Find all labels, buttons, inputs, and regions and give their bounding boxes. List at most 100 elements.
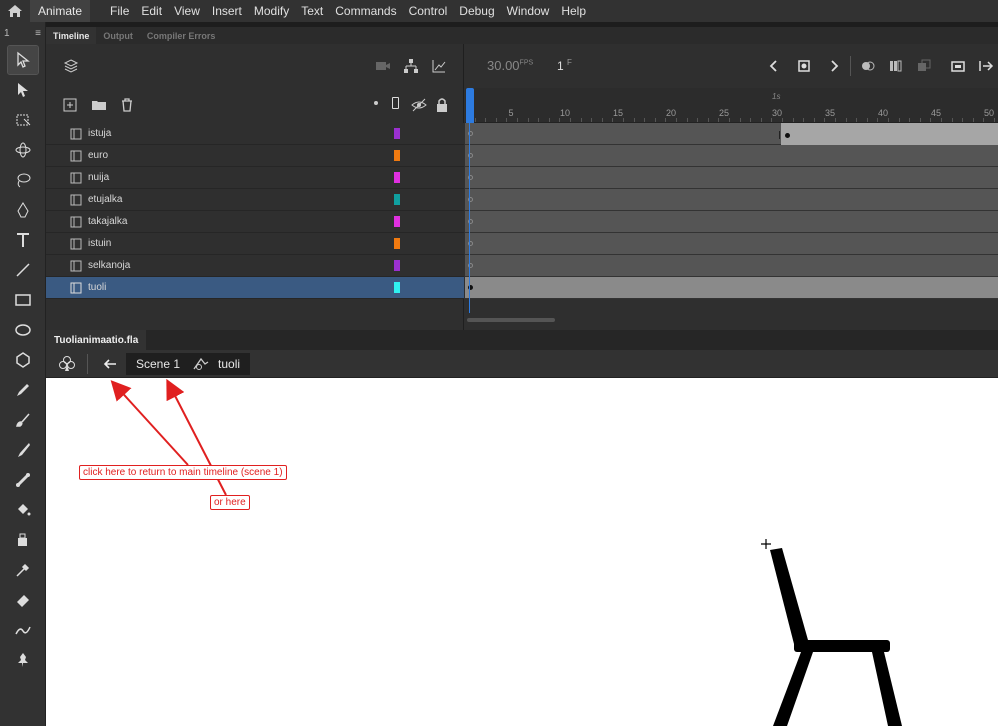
new-layer-icon[interactable] bbox=[59, 94, 81, 116]
document-tab[interactable]: Tuolianimaatio.fla bbox=[46, 330, 147, 350]
layer-row-tuoli[interactable]: tuoli bbox=[46, 277, 464, 299]
frame-row-nuija[interactable] bbox=[465, 167, 998, 189]
layer-row-takajalka[interactable]: takajalka bbox=[46, 211, 464, 233]
scene-clubs-icon[interactable] bbox=[58, 355, 76, 378]
lasso-tool-icon[interactable] bbox=[8, 166, 38, 194]
layer-row-istuin[interactable]: istuin bbox=[46, 233, 464, 255]
chair-graphic[interactable] bbox=[761, 539, 902, 726]
frame-row-selkanoja[interactable] bbox=[465, 255, 998, 277]
layer-color-swatch[interactable] bbox=[394, 194, 400, 205]
menu-file[interactable]: File bbox=[104, 0, 135, 22]
text-tool-icon[interactable] bbox=[8, 226, 38, 254]
ink-bottle-tool-icon[interactable] bbox=[8, 526, 38, 554]
insert-keyframe-icon[interactable] bbox=[793, 55, 815, 77]
pin-tool-icon[interactable] bbox=[8, 646, 38, 674]
layers-stack-icon[interactable] bbox=[60, 55, 82, 77]
hide-eye-icon[interactable] bbox=[408, 94, 430, 116]
layer-row-euro[interactable]: euro bbox=[46, 145, 464, 167]
tab-timeline[interactable]: Timeline bbox=[46, 27, 97, 44]
eyedropper-tool-icon[interactable] bbox=[8, 556, 38, 584]
trash-icon[interactable] bbox=[116, 94, 138, 116]
bone-tool-icon[interactable] bbox=[8, 466, 38, 494]
current-frame-readout[interactable]: 1 F bbox=[557, 58, 572, 73]
paint-brush-tool-icon[interactable] bbox=[8, 406, 38, 434]
polystar-tool-icon[interactable] bbox=[8, 346, 38, 374]
menu-insert[interactable]: Insert bbox=[206, 0, 248, 22]
app-name[interactable]: Animate bbox=[30, 0, 91, 22]
frame-row-takajalka[interactable] bbox=[465, 211, 998, 233]
brush-tool-icon[interactable] bbox=[8, 436, 38, 464]
line-tool-icon[interactable] bbox=[8, 256, 38, 284]
layer-row-istuja[interactable]: istuja bbox=[46, 123, 464, 145]
layer-color-swatch[interactable] bbox=[394, 172, 400, 183]
onion-skin-icon[interactable] bbox=[857, 55, 879, 77]
playhead[interactable] bbox=[466, 88, 474, 123]
layer-color-swatch[interactable] bbox=[394, 282, 400, 293]
graph-icon[interactable] bbox=[428, 55, 450, 77]
tab-output[interactable]: Output bbox=[96, 27, 140, 44]
next-keyframe-icon[interactable] bbox=[823, 55, 845, 77]
hamburger-icon[interactable]: ≡ bbox=[35, 28, 41, 39]
menu-debug[interactable]: Debug bbox=[453, 0, 500, 22]
current-frame-value: 1 bbox=[557, 59, 564, 73]
layer-name: tuoli bbox=[88, 282, 107, 293]
scroll-to-playhead-icon[interactable] bbox=[975, 55, 997, 77]
layer-color-swatch[interactable] bbox=[394, 128, 400, 139]
subselection-tool-icon[interactable] bbox=[8, 76, 38, 104]
back-arrow-icon[interactable] bbox=[102, 356, 118, 377]
menu-edit[interactable]: Edit bbox=[135, 0, 168, 22]
camera-icon[interactable] bbox=[372, 55, 394, 77]
outline-icon[interactable] bbox=[392, 97, 399, 109]
timeline-ruler[interactable]: 1s 5 10 15 20 25 30 35 40 45 50 bbox=[465, 88, 998, 123]
tab-compiler-errors[interactable]: Compiler Errors bbox=[140, 27, 223, 44]
rectangle-tool-icon[interactable] bbox=[8, 286, 38, 314]
new-folder-icon[interactable] bbox=[88, 94, 110, 116]
pencil-tool-icon[interactable] bbox=[8, 376, 38, 404]
layer-row-selkanoja[interactable]: selkanoja bbox=[46, 255, 464, 277]
selection-tool-icon[interactable] bbox=[7, 45, 39, 75]
layer-row-etujalka[interactable]: etujalka bbox=[46, 189, 464, 211]
layer-name: istuin bbox=[88, 238, 112, 249]
breadcrumb-symbol[interactable]: tuoli bbox=[218, 357, 240, 371]
parenting-view-icon[interactable] bbox=[400, 55, 422, 77]
layer-row-nuija[interactable]: nuija bbox=[46, 167, 464, 189]
layer-color-swatch[interactable] bbox=[394, 150, 400, 161]
menu-help[interactable]: Help bbox=[555, 0, 592, 22]
highlight-dot-icon[interactable] bbox=[374, 101, 378, 105]
frame-span[interactable] bbox=[781, 123, 998, 145]
frame-row-euro[interactable] bbox=[465, 145, 998, 167]
layer-color-swatch[interactable] bbox=[394, 260, 400, 271]
keyframe-filled[interactable] bbox=[785, 133, 790, 138]
frame-row-istuin[interactable] bbox=[465, 233, 998, 255]
frame-row-istuja[interactable] bbox=[465, 123, 998, 145]
menu-window[interactable]: Window bbox=[501, 0, 556, 22]
horizontal-scrollbar[interactable] bbox=[467, 318, 555, 322]
layer-color-swatch[interactable] bbox=[394, 216, 400, 227]
toolbar-collapse[interactable]: 1 ≡ bbox=[0, 22, 45, 44]
menu-control[interactable]: Control bbox=[403, 0, 454, 22]
frame-row-etujalka[interactable] bbox=[465, 189, 998, 211]
edit-multiple-frames-icon[interactable] bbox=[885, 55, 907, 77]
pen-tool-icon[interactable] bbox=[8, 196, 38, 224]
free-transform-tool-icon[interactable] bbox=[8, 106, 38, 134]
onion-outline-icon[interactable] bbox=[913, 55, 935, 77]
stage[interactable]: click here to return to main timeline (s… bbox=[46, 378, 998, 726]
menu-modify[interactable]: Modify bbox=[248, 0, 295, 22]
layer-name: nuija bbox=[88, 172, 110, 183]
home-icon[interactable] bbox=[0, 0, 30, 22]
eraser-tool-icon[interactable] bbox=[8, 586, 38, 614]
width-tool-icon[interactable] bbox=[8, 616, 38, 644]
fps-readout[interactable]: 30.00FPS bbox=[487, 58, 533, 73]
paint-bucket-tool-icon[interactable] bbox=[8, 496, 38, 524]
layer-color-swatch[interactable] bbox=[394, 238, 400, 249]
oval-tool-icon[interactable] bbox=[8, 316, 38, 344]
3d-rotation-tool-icon[interactable] bbox=[8, 136, 38, 164]
previous-keyframe-icon[interactable] bbox=[763, 55, 785, 77]
fit-frames-icon[interactable] bbox=[947, 55, 969, 77]
frame-row-tuoli[interactable] bbox=[465, 277, 998, 299]
lock-icon[interactable] bbox=[431, 94, 453, 116]
menu-view[interactable]: View bbox=[168, 0, 206, 22]
breadcrumb-scene[interactable]: Scene 1 bbox=[136, 357, 180, 371]
menu-text[interactable]: Text bbox=[295, 0, 329, 22]
menu-commands[interactable]: Commands bbox=[329, 0, 402, 22]
